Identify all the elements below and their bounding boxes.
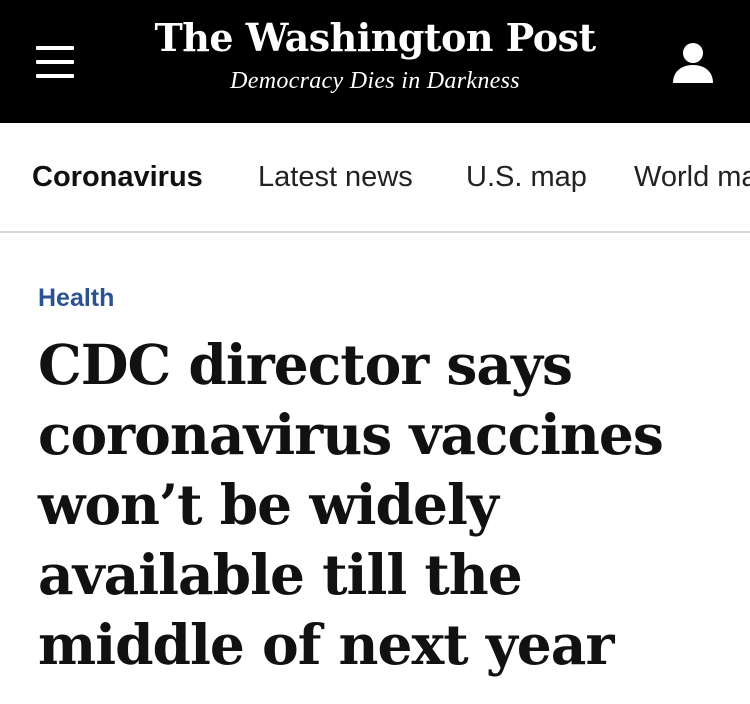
section-kicker[interactable]: Health (38, 280, 114, 316)
site-tagline: Democracy Dies in Darkness (230, 68, 520, 94)
nav-item-latest-news[interactable]: Latest news (258, 157, 413, 197)
article-headline: CDC director says coronavirus vaccines w… (38, 332, 664, 677)
nav-item-coronavirus[interactable]: Coronavirus (32, 157, 203, 197)
user-silhouette (673, 43, 713, 83)
user-account-icon[interactable] (670, 40, 716, 86)
top-header: The Washington Post Democracy Dies in Da… (0, 0, 750, 123)
section-nav: Coronavirus Latest news U.S. map World m… (0, 123, 750, 233)
nav-item-world-map[interactable]: World ma (634, 157, 750, 197)
masthead: The Washington Post Democracy Dies in Da… (0, 10, 750, 96)
site-logo[interactable]: The Washington Post (0, 10, 750, 66)
nav-item-us-map[interactable]: U.S. map (466, 157, 587, 197)
